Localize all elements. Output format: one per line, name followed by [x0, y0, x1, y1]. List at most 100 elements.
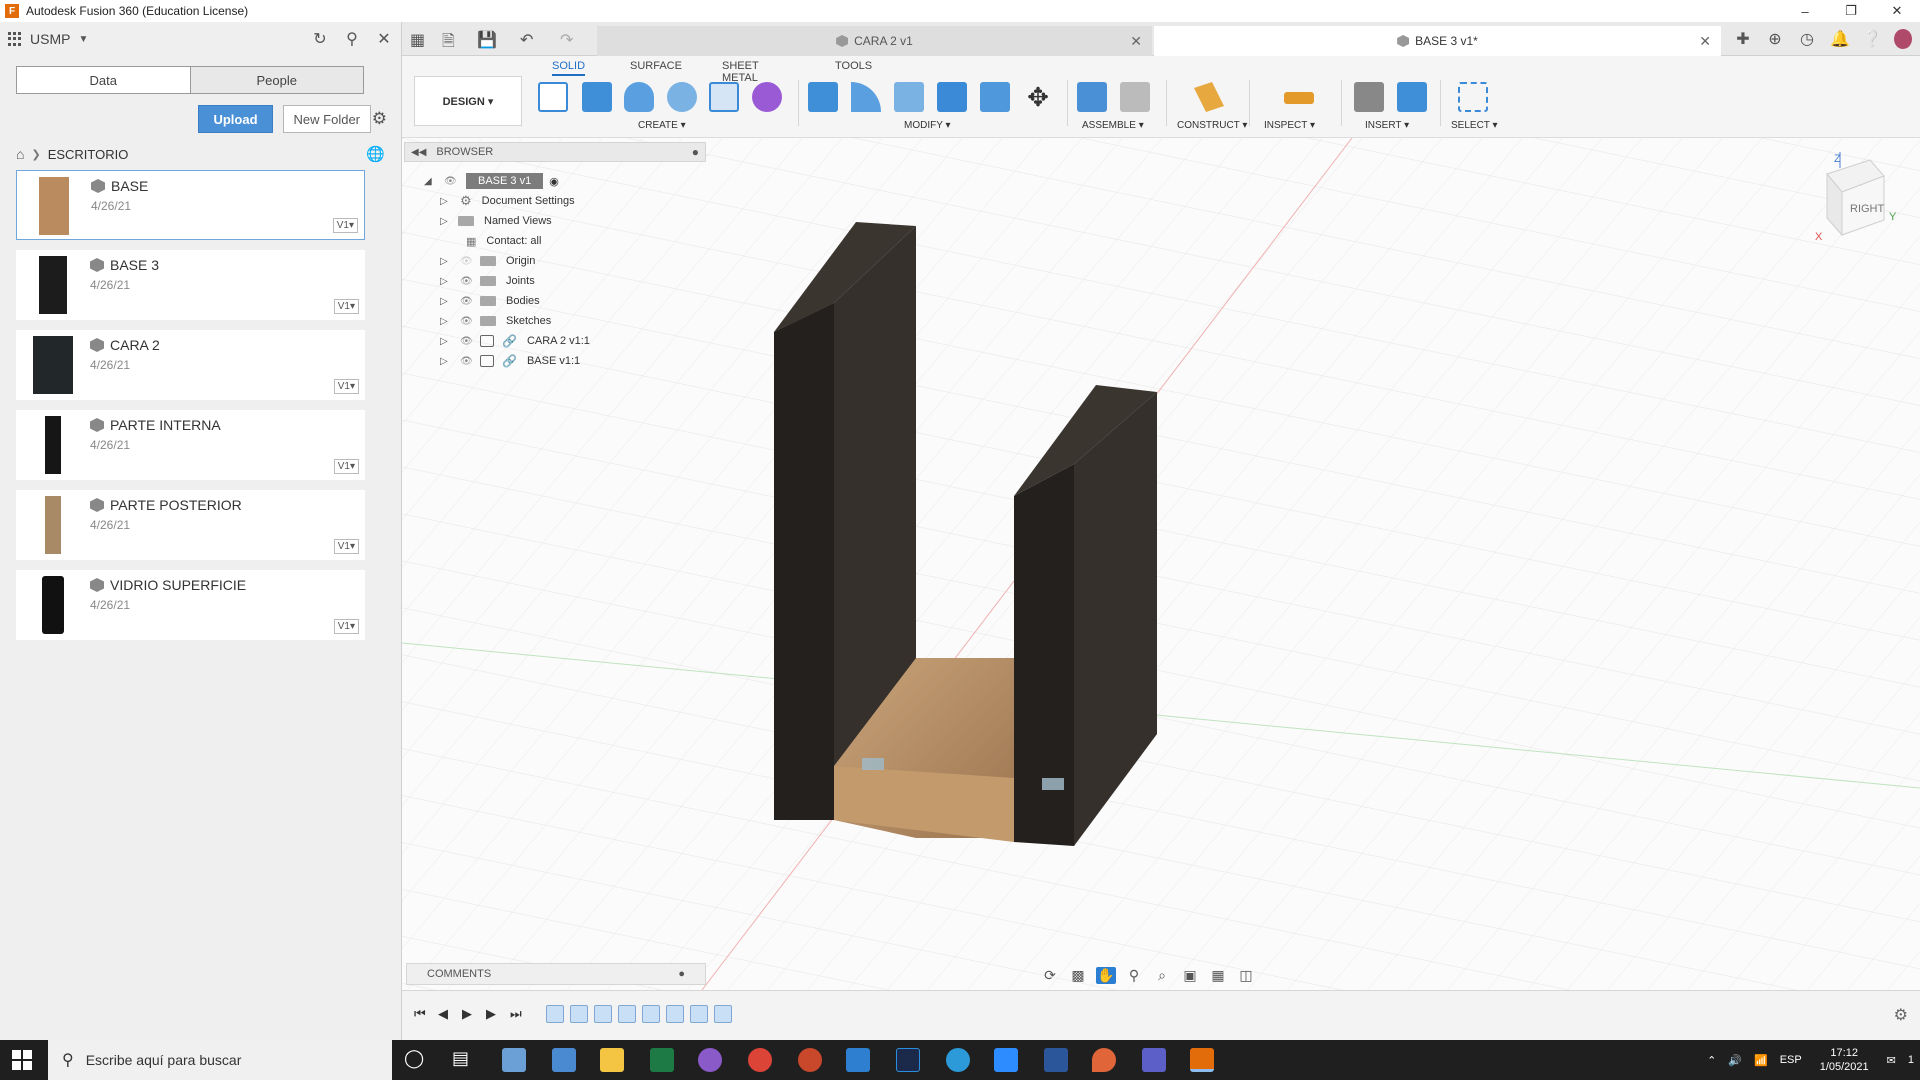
- restore-icon[interactable]: ❐: [1828, 0, 1874, 22]
- prev-step-icon[interactable]: ◀: [438, 1006, 448, 1022]
- construct-menu[interactable]: CONSTRUCT ▾: [1177, 120, 1247, 131]
- new-folder-button[interactable]: New Folder: [282, 105, 371, 133]
- chrome-icon[interactable]: [748, 1048, 772, 1072]
- close-icon[interactable]: ✕: [1874, 0, 1920, 22]
- triangle-expand-icon[interactable]: ▷: [440, 256, 452, 267]
- hole-icon[interactable]: [667, 82, 697, 112]
- triangle-expand-icon[interactable]: ◢: [424, 176, 436, 187]
- file-explorer-icon[interactable]: [600, 1048, 624, 1072]
- joint-icon[interactable]: [1120, 82, 1150, 112]
- next-step-icon[interactable]: ▶: [486, 1006, 496, 1022]
- avatar[interactable]: [1894, 29, 1912, 49]
- create-sketch-icon[interactable]: [538, 82, 568, 112]
- shell-icon[interactable]: [894, 82, 924, 112]
- notifications-icon[interactable]: ✉: [1887, 1054, 1896, 1067]
- timeline-feature[interactable]: [546, 1005, 564, 1023]
- eye-icon[interactable]: 👁: [460, 336, 474, 347]
- eye-icon[interactable]: 👁: [460, 316, 474, 327]
- file-card-parte-interna[interactable]: PARTE INTERNA 4/26/21 V1▾: [16, 410, 365, 480]
- eye-icon[interactable]: 👁: [460, 356, 474, 367]
- gear-icon[interactable]: ⚙: [372, 109, 387, 129]
- chevron-down-icon[interactable]: ▼: [78, 34, 88, 45]
- job-status-icon[interactable]: ◷: [1798, 29, 1816, 49]
- version-badge[interactable]: V1▾: [333, 539, 359, 554]
- modify-menu[interactable]: MODIFY ▾: [904, 120, 951, 131]
- pan-hand-icon[interactable]: ✋: [1096, 966, 1116, 984]
- file-card-base-3[interactable]: BASE 3 4/26/21 V1▾: [16, 250, 365, 320]
- home-icon[interactable]: ⌂: [16, 146, 24, 162]
- minimize-panel-icon[interactable]: ●: [692, 145, 699, 159]
- comments-panel[interactable]: COMMENTS ●: [406, 963, 706, 985]
- cortana-icon[interactable]: ◯: [404, 1048, 428, 1072]
- browser-header[interactable]: ◀◀ BROWSER ●: [404, 142, 706, 162]
- tab-surface[interactable]: SURFACE: [630, 60, 682, 72]
- file-card-vidrio-superficie[interactable]: VIDRIO SUPERFICIE 4/26/21 V1▾: [16, 570, 365, 640]
- tab-solid[interactable]: SOLID: [552, 60, 586, 76]
- combine-icon[interactable]: [937, 82, 967, 112]
- left-wall-front[interactable]: [774, 303, 834, 820]
- timeline-feature[interactable]: [570, 1005, 588, 1023]
- eye-icon[interactable]: 👁: [444, 176, 458, 187]
- undo-icon[interactable]: ↶: [520, 30, 533, 50]
- joint-marker-icon[interactable]: [1042, 778, 1064, 790]
- tree-item[interactable]: ▷ 👁 🔗 BASE v1:1: [440, 351, 580, 371]
- excel-icon[interactable]: [650, 1048, 674, 1072]
- windows-start-icon[interactable]: [12, 1050, 32, 1070]
- triangle-expand-icon[interactable]: ▷: [440, 336, 452, 347]
- tree-item[interactable]: ▷ 👁 Bodies: [440, 291, 540, 311]
- file-card-base[interactable]: BASE 4/26/21 V1▾: [16, 170, 365, 240]
- grid-settings-icon[interactable]: ▦: [1208, 967, 1228, 984]
- store-icon[interactable]: [846, 1048, 870, 1072]
- triangle-expand-icon[interactable]: ▷: [440, 196, 452, 207]
- play-icon[interactable]: ▶: [462, 1006, 472, 1022]
- timeline-settings-gear-icon[interactable]: ⚙: [1894, 1005, 1908, 1025]
- help-icon[interactable]: ❔: [1862, 29, 1882, 49]
- tree-item[interactable]: ▷ 👁 🔗 CARA 2 v1:1: [440, 331, 590, 351]
- add-comment-icon[interactable]: ●: [678, 968, 685, 980]
- browser-root-label[interactable]: BASE 3 v1: [466, 173, 544, 189]
- edge-icon[interactable]: [946, 1048, 970, 1072]
- press-pull-icon[interactable]: [808, 82, 838, 112]
- tree-item[interactable]: ▦ Contact: all: [454, 231, 541, 251]
- timeline-feature[interactable]: [690, 1005, 708, 1023]
- revolve-icon[interactable]: [624, 82, 654, 112]
- app-icon[interactable]: [502, 1048, 526, 1072]
- version-badge[interactable]: V1▾: [333, 379, 359, 394]
- close-panel-icon[interactable]: ✕: [375, 29, 393, 49]
- tab-tools[interactable]: TOOLS: [835, 60, 872, 72]
- tab-cara-2[interactable]: CARA 2 v1 ✕: [597, 26, 1152, 56]
- paint-icon[interactable]: [1092, 1048, 1116, 1072]
- triangle-expand-icon[interactable]: ▷: [440, 296, 452, 307]
- upload-button[interactable]: Upload: [198, 105, 273, 133]
- wifi-icon[interactable]: 📶: [1754, 1054, 1768, 1067]
- move-icon[interactable]: ✥: [1023, 82, 1053, 112]
- tree-item[interactable]: ▷ 👁 Joints: [440, 271, 535, 291]
- eye-icon[interactable]: 👁: [460, 276, 474, 287]
- activate-icon[interactable]: ◉: [549, 175, 559, 188]
- select-box-icon[interactable]: [1458, 82, 1488, 112]
- offset-face-icon[interactable]: [980, 82, 1010, 112]
- teams-icon[interactable]: [1142, 1048, 1166, 1072]
- globe-icon[interactable]: 🌐: [366, 145, 385, 163]
- minimize-icon[interactable]: –: [1782, 0, 1828, 22]
- tab-data[interactable]: Data: [17, 67, 191, 93]
- triangle-expand-icon[interactable]: ▷: [440, 216, 452, 227]
- triangle-expand-icon[interactable]: ▷: [440, 356, 452, 367]
- powerpoint-icon[interactable]: [798, 1048, 822, 1072]
- timeline-feature[interactable]: [714, 1005, 732, 1023]
- timeline-feature[interactable]: [594, 1005, 612, 1023]
- close-tab-icon[interactable]: ✕: [1130, 33, 1142, 50]
- tree-item[interactable]: ▷ ⚙ Document Settings: [440, 191, 575, 211]
- insert-canvas-icon[interactable]: [1397, 82, 1427, 112]
- version-badge[interactable]: V1▾: [333, 619, 359, 634]
- tree-item[interactable]: ▷ Named Views: [440, 211, 552, 231]
- workspace-design-dropdown[interactable]: DESIGN ▾: [414, 76, 522, 126]
- version-badge[interactable]: V1▾: [333, 459, 359, 474]
- save-icon[interactable]: 💾: [477, 30, 497, 50]
- team-name[interactable]: USMP: [30, 31, 70, 47]
- zoom-icon[interactable]: ⚲: [1124, 967, 1144, 984]
- eye-icon[interactable]: 👁: [460, 296, 474, 307]
- close-tab-icon[interactable]: ✕: [1699, 33, 1711, 50]
- clock[interactable]: 17:12 1/05/2021: [1820, 1046, 1869, 1074]
- pattern-icon[interactable]: [709, 82, 739, 112]
